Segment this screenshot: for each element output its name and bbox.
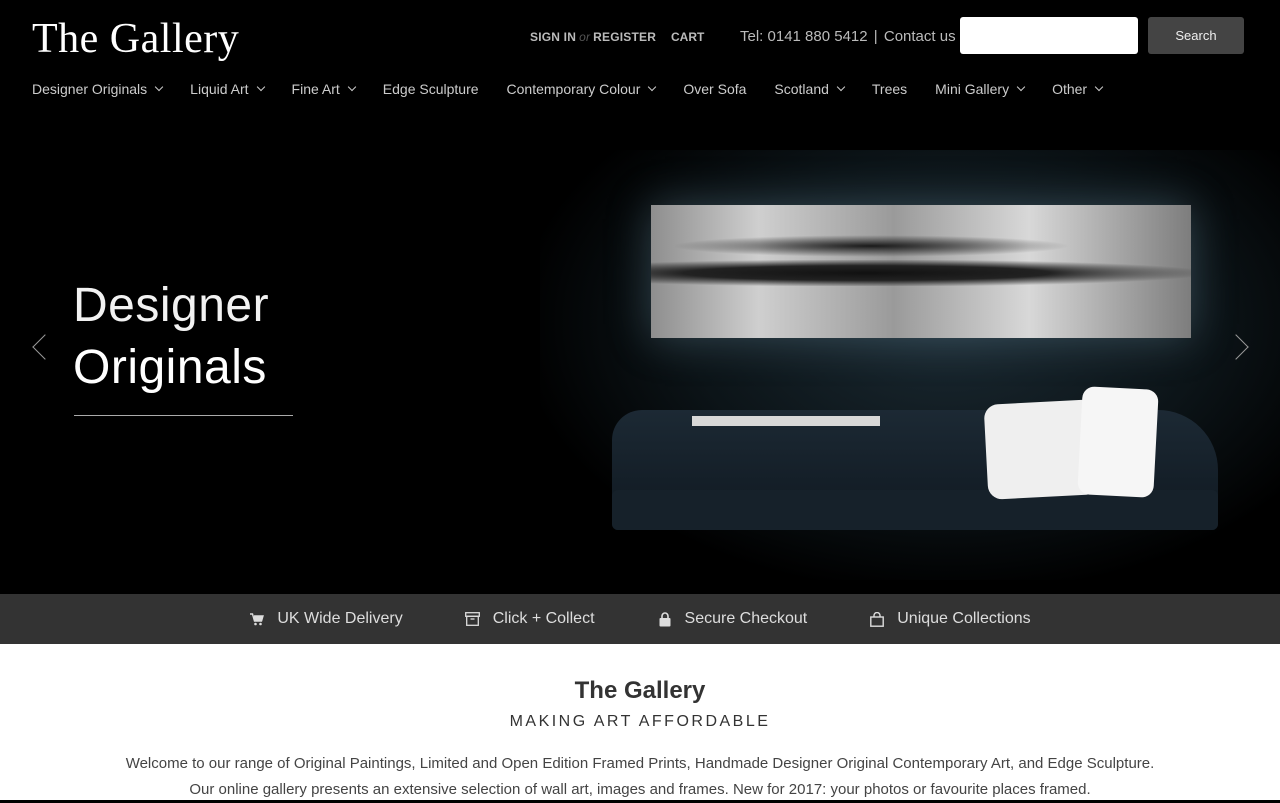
intro-line-1: Welcome to our range of Original Paintin… [125,755,1155,772]
hero-title-line1: Designer [73,279,270,332]
chevron-down-icon [836,82,846,92]
chevron-down-icon [256,82,265,92]
nav-label: Designer Originals [32,81,148,97]
nav-label: Liquid Art [190,81,249,97]
nav-scotland[interactable]: Scotland [774,81,846,97]
nav-label: Over Sofa [683,81,747,97]
cart-icon [249,611,265,627]
search-input[interactable] [960,17,1138,54]
chevron-down-icon [1016,82,1026,92]
feature-secure-checkout: Secure Checkout [657,610,808,628]
feature-label: UK Wide Delivery [277,610,403,627]
account-links: SIGN IN or REGISTER [530,30,656,44]
pillow-image [1077,386,1159,498]
nav-mini-gallery[interactable]: Mini Gallery [935,81,1026,97]
nav-label: Mini Gallery [935,81,1010,97]
feature-label: Secure Checkout [684,610,808,627]
archive-box-icon [465,611,481,627]
nav-label: Fine Art [291,81,340,97]
feature-label: Click + Collect [492,610,595,627]
feature-unique-collections: Unique Collections [869,610,1031,628]
nav-edge-sculpture[interactable]: Edge Sculpture [383,81,479,97]
separator: | [873,28,878,45]
chevron-down-icon [154,82,164,92]
nav-label: Other [1052,81,1088,97]
nav-designer-originals[interactable]: Designer Originals [32,81,164,97]
nav-trees[interactable]: Trees [872,81,907,97]
nav-contemporary-colour[interactable]: Contemporary Colour [506,81,657,97]
nav-label: Contemporary Colour [506,81,641,97]
slider-prev-arrow-icon[interactable] [32,334,58,360]
intro-subtitle: MAKING ART AFFORDABLE [509,713,771,730]
contact-us-link[interactable]: Contact us [884,28,956,45]
nav-over-sofa[interactable]: Over Sofa [683,81,746,97]
site-logo[interactable]: The Gallery [32,14,239,64]
intro-title: The Gallery [574,677,706,704]
hero-divider [74,415,293,416]
nav-label: Edge Sculpture [382,81,479,97]
lock-icon [657,611,673,627]
cart-link[interactable]: CART [671,30,704,44]
feature-uk-delivery: UK Wide Delivery [249,610,403,628]
search-button[interactable]: Search [1148,17,1244,54]
chevron-down-icon [347,82,357,92]
feature-click-collect: Click + Collect [465,610,595,628]
or-text: or [579,30,591,44]
sign-in-link[interactable]: SIGN IN [530,30,576,44]
artwork-texture [671,235,1071,257]
feature-label: Unique Collections [897,610,1031,627]
chevron-down-icon [648,82,657,92]
contact-info: Tel: 0141 880 5412 | Contact us [740,28,956,45]
hero-title-line2: Originals [73,341,267,394]
nav-label: Scotland [774,81,829,97]
nav-label: Trees [871,81,908,97]
telephone-text: Tel: 0141 880 5412 [740,28,868,45]
artwork-texture [651,260,1191,286]
book-image [692,416,880,426]
features-bar: UK Wide Delivery Click + Collect Secure … [0,594,1280,644]
site-header: The Gallery SIGN IN or REGISTER CART Tel: … [0,0,1280,120]
register-link[interactable]: REGISTER [593,30,656,44]
intro-line-2: Our online gallery presents an extensive… [189,781,1091,798]
shopping-bag-icon [869,611,885,627]
intro-text: Welcome to our range of Original Paintin… [0,751,1280,803]
nav-other[interactable]: Other [1052,81,1104,97]
nav-liquid-art[interactable]: Liquid Art [190,81,265,97]
main-nav: Designer Originals Liquid Art Fine Art E… [32,78,1130,100]
intro-section: The Gallery MAKING ART AFFORDABLE Welcom… [0,644,1280,800]
hero-slider[interactable]: Designer Originals [0,120,1280,594]
nav-fine-art[interactable]: Fine Art [291,81,357,97]
hero-artwork-image [651,205,1191,338]
chevron-down-icon [1094,82,1104,92]
